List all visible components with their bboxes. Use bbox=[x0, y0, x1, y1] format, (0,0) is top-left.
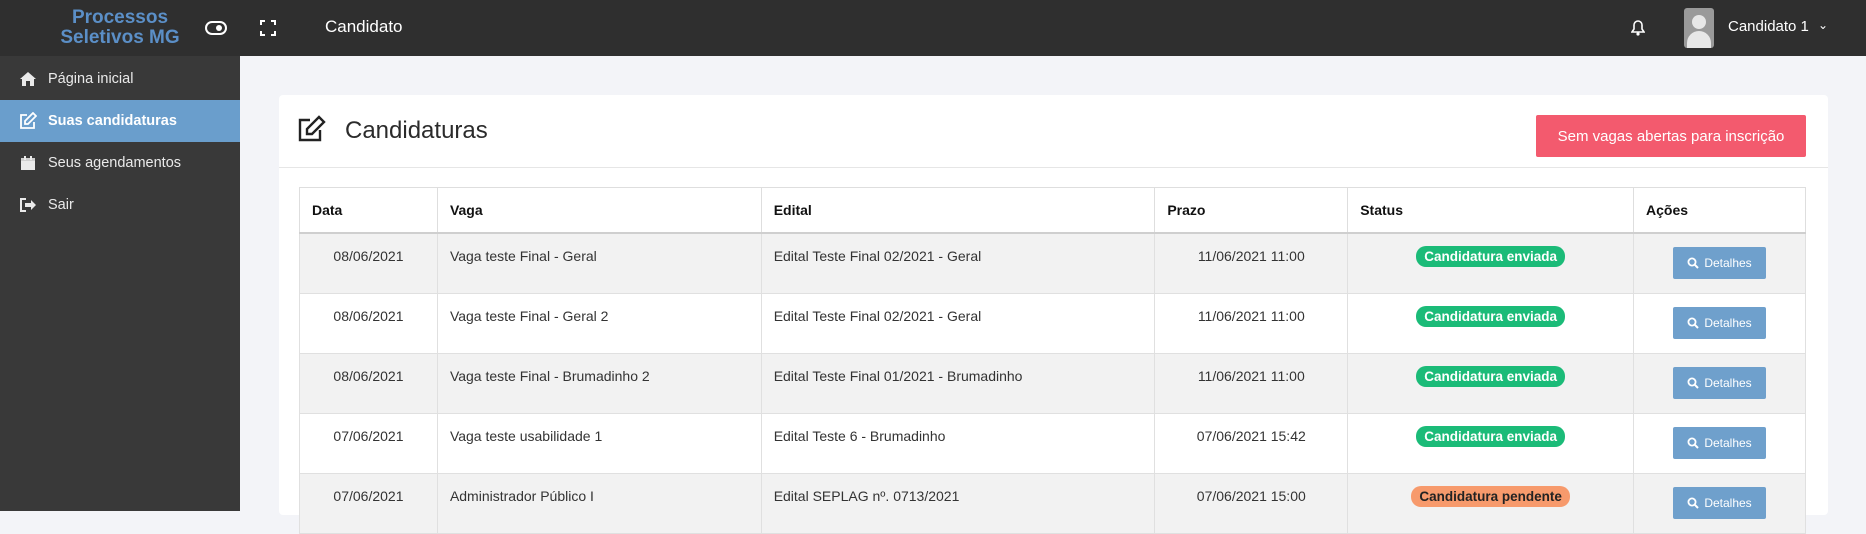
cell-status: Candidatura enviada bbox=[1347, 232, 1635, 294]
status-badge: Candidatura enviada bbox=[1416, 365, 1566, 387]
column-header-data[interactable]: Data bbox=[299, 187, 438, 234]
brand-line-1: Processos bbox=[71, 7, 169, 28]
status-badge: Candidatura enviada bbox=[1416, 305, 1566, 327]
edit-icon bbox=[18, 111, 38, 131]
home-icon bbox=[18, 69, 38, 89]
details-label: Detalhes bbox=[1704, 435, 1752, 450]
details-label: Detalhes bbox=[1704, 315, 1752, 330]
cell-edital: Edital SEPLAG nº. 0713/2021 bbox=[760, 472, 1156, 534]
table-row: 07/06/2021 Administrador Público I Edital … bbox=[299, 472, 1806, 534]
details-button[interactable]: Detalhes bbox=[1673, 426, 1766, 459]
column-header-vaga[interactable]: Vaga bbox=[436, 187, 762, 234]
cell-edital: Edital Teste Final 02/2021 - Geral bbox=[760, 232, 1156, 294]
avatar[interactable] bbox=[1684, 8, 1714, 48]
top-bar: Processos Seletivos MG Candidato Candida… bbox=[0, 0, 1866, 56]
details-button[interactable]: Detalhes bbox=[1673, 247, 1766, 279]
cell-status: Candidatura enviada bbox=[1347, 292, 1635, 354]
cell-acoes: Detalhes bbox=[1633, 472, 1806, 534]
sidebar-item-label: Seus agendamentos bbox=[48, 155, 182, 171]
sign-out-icon bbox=[18, 195, 38, 215]
cell-acoes: Detalhes bbox=[1633, 352, 1806, 414]
table-row: 07/06/2021 Vaga teste usabilidade 1 Edital… bbox=[299, 412, 1806, 474]
cell-status: Candidatura enviada bbox=[1347, 352, 1635, 414]
chevron-down-icon[interactable]: ⌄ bbox=[1818, 18, 1828, 32]
sidebar-item-label: Suas candidaturas bbox=[48, 113, 177, 129]
brand-line-2: Seletivos MG bbox=[60, 27, 180, 48]
sidebar-item-candidaturas[interactable]: Suas candidaturas bbox=[0, 100, 240, 142]
sidebar-item-label: Página inicial bbox=[48, 71, 134, 87]
sidebar-item-agendamentos[interactable]: Seus agendamentos bbox=[0, 142, 240, 184]
cell-prazo: 11/06/2021 11:00 bbox=[1154, 232, 1349, 294]
cell-edital: Edital Teste Final 02/2021 - Geral bbox=[760, 292, 1156, 354]
details-label: Detalhes bbox=[1704, 256, 1752, 270]
cell-status: Candidatura pendente bbox=[1347, 472, 1635, 534]
cell-prazo: 07/06/2021 15:42 bbox=[1154, 412, 1349, 474]
cell-vaga: Vaga teste usabilidade 1 bbox=[436, 412, 762, 474]
status-badge: Candidatura enviada bbox=[1416, 425, 1566, 447]
page-section-title: Candidato bbox=[325, 17, 403, 36]
column-header-status[interactable]: Status bbox=[1347, 187, 1635, 234]
cell-vaga: Vaga teste Final - Geral bbox=[436, 232, 762, 294]
cell-acoes: Detalhes bbox=[1633, 412, 1806, 474]
details-button[interactable]: Detalhes bbox=[1673, 366, 1766, 399]
details-label: Detalhes bbox=[1704, 495, 1752, 510]
search-icon bbox=[1687, 317, 1700, 329]
toggle-sidebar-icon[interactable] bbox=[204, 16, 228, 40]
cell-data: 07/06/2021 bbox=[299, 472, 438, 534]
cell-data: 08/06/2021 bbox=[299, 232, 438, 294]
status-badge: Candidatura enviada bbox=[1416, 246, 1566, 267]
cell-vaga: Vaga teste Final - Brumadinho 2 bbox=[436, 352, 762, 414]
fullscreen-icon[interactable] bbox=[256, 16, 280, 40]
table-row: 08/06/2021 Vaga teste Final - Geral Edital… bbox=[299, 232, 1806, 294]
no-vacancy-button[interactable]: Sem vagas abertas para inscrição bbox=[1536, 115, 1806, 157]
search-icon bbox=[1687, 257, 1700, 269]
sidebar-item-sair[interactable]: Sair bbox=[0, 184, 240, 226]
cell-vaga: Administrador Público I bbox=[436, 472, 762, 534]
details-label: Detalhes bbox=[1704, 375, 1752, 390]
page-title: Candidaturas bbox=[345, 117, 488, 144]
sidebar-item-label: Sair bbox=[48, 197, 74, 213]
cell-vaga: Vaga teste Final - Geral 2 bbox=[436, 292, 762, 354]
cell-prazo: 11/06/2021 11:00 bbox=[1154, 292, 1349, 354]
edit-icon bbox=[297, 115, 327, 148]
table-row: 08/06/2021 Vaga teste Final - Brumadinho … bbox=[299, 352, 1806, 414]
cell-data: 07/06/2021 bbox=[299, 412, 438, 474]
cell-edital: Edital Teste Final 01/2021 - Brumadinho bbox=[760, 352, 1156, 414]
status-badge: Candidatura pendente bbox=[1411, 485, 1570, 507]
search-icon bbox=[1687, 377, 1700, 389]
cell-prazo: 07/06/2021 15:00 bbox=[1154, 472, 1349, 534]
search-icon bbox=[1687, 497, 1700, 509]
details-button[interactable]: Detalhes bbox=[1673, 486, 1766, 519]
column-header-acoes: Ações bbox=[1633, 187, 1806, 234]
candidaturas-table: Data Vaga Edital Prazo Status Ações 08/0… bbox=[299, 187, 1806, 534]
table-row: 08/06/2021 Vaga teste Final - Geral 2 Edit… bbox=[299, 292, 1806, 354]
details-button[interactable]: Detalhes bbox=[1673, 306, 1766, 339]
card-header: Candidaturas Sem vagas abertas para insc… bbox=[279, 95, 1828, 168]
cell-acoes: Detalhes bbox=[1633, 232, 1806, 294]
search-icon bbox=[1687, 437, 1700, 449]
cell-data: 08/06/2021 bbox=[299, 352, 438, 414]
calendar-icon bbox=[18, 153, 38, 173]
cell-data: 08/06/2021 bbox=[299, 292, 438, 354]
sidebar: Página inicial Suas candidaturas Seus ag… bbox=[0, 56, 240, 511]
cell-acoes: Detalhes bbox=[1633, 292, 1806, 354]
cell-prazo: 11/06/2021 11:00 bbox=[1154, 352, 1349, 414]
user-name[interactable]: Candidato 1 bbox=[1728, 18, 1809, 35]
column-header-edital[interactable]: Edital bbox=[760, 187, 1156, 234]
cell-edital: Edital Teste 6 - Brumadinho bbox=[760, 412, 1156, 474]
table-header-row: Data Vaga Edital Prazo Status Ações bbox=[299, 187, 1806, 234]
sidebar-item-home[interactable]: Página inicial bbox=[0, 58, 240, 100]
column-header-prazo[interactable]: Prazo bbox=[1154, 187, 1349, 234]
cell-status: Candidatura enviada bbox=[1347, 412, 1635, 474]
candidaturas-card: Candidaturas Sem vagas abertas para insc… bbox=[279, 95, 1828, 534]
bell-icon[interactable] bbox=[1626, 16, 1650, 40]
